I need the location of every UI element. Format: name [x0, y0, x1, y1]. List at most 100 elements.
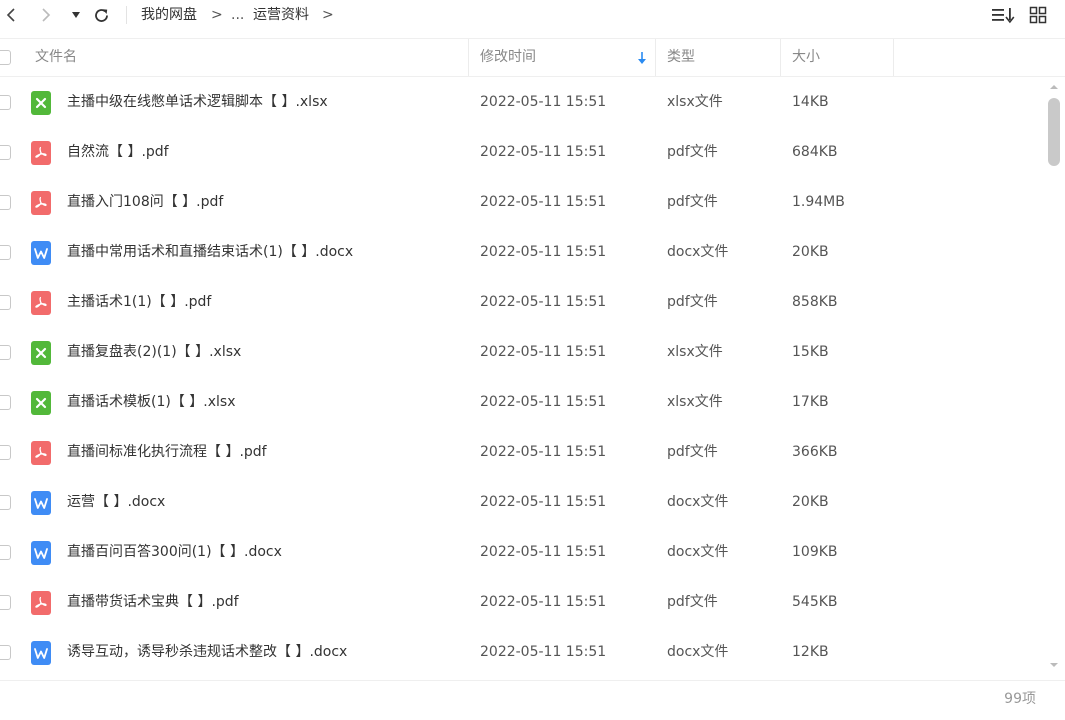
- file-row[interactable]: 直播话术模板(1)【 】.xlsx 2022-05-11 15:51 xlsx文…: [0, 377, 1045, 427]
- pdf-glyph-icon: [35, 446, 47, 458]
- xlsx-glyph-icon: [35, 97, 47, 109]
- row-checkbox[interactable]: [0, 145, 11, 160]
- breadcrumb-separator: >: [211, 7, 223, 23]
- file-modified-time: 2022-05-11 15:51: [480, 644, 607, 660]
- row-checkbox[interactable]: [0, 95, 11, 110]
- pdf-glyph-icon: [35, 196, 47, 208]
- column-divider[interactable]: [468, 39, 469, 76]
- pdf-icon: [31, 141, 51, 165]
- file-type: docx文件: [667, 494, 729, 510]
- row-checkbox[interactable]: [0, 195, 11, 210]
- file-row[interactable]: 主播中级在线憋单话术逻辑脚本【 】.xlsx 2022-05-11 15:51 …: [0, 77, 1045, 127]
- xlsx-icon: [31, 341, 51, 365]
- refresh-button[interactable]: [90, 3, 112, 27]
- file-name: 运营【 】.docx: [67, 494, 166, 510]
- file-name: 主播话术1(1)【 】.pdf: [67, 294, 212, 310]
- breadcrumb-ellipsis[interactable]: ...: [231, 5, 244, 25]
- row-checkbox[interactable]: [0, 395, 11, 410]
- file-size: 684KB: [792, 144, 838, 160]
- row-checkbox[interactable]: [0, 645, 11, 660]
- grid-view-button[interactable]: [1027, 3, 1049, 27]
- file-name: 直播间标准化执行流程【 】.pdf: [67, 444, 267, 460]
- docx-glyph-icon: [34, 547, 48, 559]
- row-checkbox[interactable]: [0, 345, 11, 360]
- file-row[interactable]: 直播间标准化执行流程【 】.pdf 2022-05-11 15:51 pdf文件…: [0, 427, 1045, 477]
- footer-divider: [0, 680, 1065, 681]
- file-size: 109KB: [792, 544, 838, 560]
- file-name: 直播百问百答300问(1)【 】.docx: [67, 544, 282, 560]
- xlsx-glyph-icon: [35, 347, 47, 359]
- file-modified-time: 2022-05-11 15:51: [480, 444, 607, 460]
- docx-glyph-icon: [34, 247, 48, 259]
- column-header-time[interactable]: 修改时间: [480, 39, 536, 76]
- toolbar-divider: [126, 6, 127, 24]
- column-divider[interactable]: [655, 39, 656, 76]
- file-list-header: 文件名 修改时间 类型 大小: [0, 38, 1065, 77]
- scroll-up-arrow-icon[interactable]: [1048, 82, 1060, 92]
- file-row[interactable]: 直播复盘表(2)(1)【 】.xlsx 2022-05-11 15:51 xls…: [0, 327, 1045, 377]
- refresh-icon: [94, 8, 108, 22]
- column-divider[interactable]: [893, 39, 894, 76]
- file-modified-time: 2022-05-11 15:51: [480, 144, 607, 160]
- scrollbar-track[interactable]: [1048, 98, 1060, 654]
- file-name: 直播中常用话术和直播结束话术(1)【 】.docx: [67, 244, 354, 260]
- sort-icon: [992, 8, 1015, 24]
- toolbar: 我的网盘 > ... 运营资料 >: [0, 0, 1065, 30]
- file-row[interactable]: 运营【 】.docx 2022-05-11 15:51 docx文件 20KB: [0, 477, 1045, 527]
- file-type: docx文件: [667, 544, 729, 560]
- file-row[interactable]: 直播百问百答300问(1)【 】.docx 2022-05-11 15:51 d…: [0, 527, 1045, 577]
- file-name: 直播复盘表(2)(1)【 】.xlsx: [67, 344, 242, 360]
- file-modified-time: 2022-05-11 15:51: [480, 194, 607, 210]
- history-dropdown-button[interactable]: [68, 3, 84, 27]
- sort-descending-icon[interactable]: [637, 51, 647, 65]
- row-checkbox[interactable]: [0, 295, 11, 310]
- xlsx-glyph-icon: [35, 397, 47, 409]
- file-size: 17KB: [792, 394, 829, 410]
- forward-button[interactable]: [34, 3, 58, 27]
- pdf-glyph-icon: [35, 596, 47, 608]
- pdf-icon: [31, 591, 51, 615]
- row-checkbox[interactable]: [0, 545, 11, 560]
- row-checkbox[interactable]: [0, 245, 11, 260]
- file-row[interactable]: 诱导互动，诱导秒杀违规话术整改【 】.docx 2022-05-11 15:51…: [0, 627, 1045, 677]
- file-row[interactable]: 直播带货话术宝典【 】.pdf 2022-05-11 15:51 pdf文件 5…: [0, 577, 1045, 627]
- file-size: 858KB: [792, 294, 838, 310]
- row-checkbox[interactable]: [0, 495, 11, 510]
- file-name: 直播话术模板(1)【 】.xlsx: [67, 394, 236, 410]
- file-row[interactable]: 直播入门108问【 】.pdf 2022-05-11 15:51 pdf文件 1…: [0, 177, 1045, 227]
- grid-icon: [1029, 6, 1047, 24]
- pdf-glyph-icon: [35, 296, 47, 308]
- pdf-icon: [31, 441, 51, 465]
- file-row[interactable]: 自然流【 】.pdf 2022-05-11 15:51 pdf文件 684KB: [0, 127, 1045, 177]
- file-row[interactable]: 直播中常用话术和直播结束话术(1)【 】.docx 2022-05-11 15:…: [0, 227, 1045, 277]
- column-header-size[interactable]: 大小: [792, 39, 820, 76]
- breadcrumb-current[interactable]: 运营资料: [253, 5, 309, 25]
- file-row[interactable]: 主播话术1(1)【 】.pdf 2022-05-11 15:51 pdf文件 8…: [0, 277, 1045, 327]
- column-header-name[interactable]: 文件名: [35, 39, 77, 76]
- item-count: 99项: [1004, 691, 1036, 707]
- scroll-down-arrow-icon[interactable]: [1048, 660, 1060, 670]
- pdf-icon: [31, 191, 51, 215]
- file-name: 自然流【 】.pdf: [67, 144, 169, 160]
- select-all-checkbox[interactable]: [0, 50, 11, 65]
- sort-button[interactable]: [990, 3, 1016, 27]
- file-size: 1.94MB: [792, 194, 845, 210]
- file-type: docx文件: [667, 244, 729, 260]
- file-modified-time: 2022-05-11 15:51: [480, 394, 607, 410]
- file-name: 直播入门108问【 】.pdf: [67, 194, 224, 210]
- row-checkbox[interactable]: [0, 595, 11, 610]
- file-size: 20KB: [792, 494, 829, 510]
- breadcrumb-separator-end[interactable]: >: [322, 5, 334, 25]
- file-size: 12KB: [792, 644, 829, 660]
- column-divider[interactable]: [780, 39, 781, 76]
- breadcrumb-root[interactable]: 我的网盘: [141, 5, 197, 25]
- docx-icon: [31, 241, 51, 265]
- file-modified-time: 2022-05-11 15:51: [480, 94, 607, 110]
- column-header-type[interactable]: 类型: [667, 39, 695, 76]
- row-checkbox[interactable]: [0, 445, 11, 460]
- chevron-right-icon: [42, 8, 51, 22]
- scrollbar-thumb[interactable]: [1048, 98, 1060, 166]
- file-modified-time: 2022-05-11 15:51: [480, 594, 607, 610]
- back-button[interactable]: [0, 3, 22, 27]
- xlsx-icon: [31, 91, 51, 115]
